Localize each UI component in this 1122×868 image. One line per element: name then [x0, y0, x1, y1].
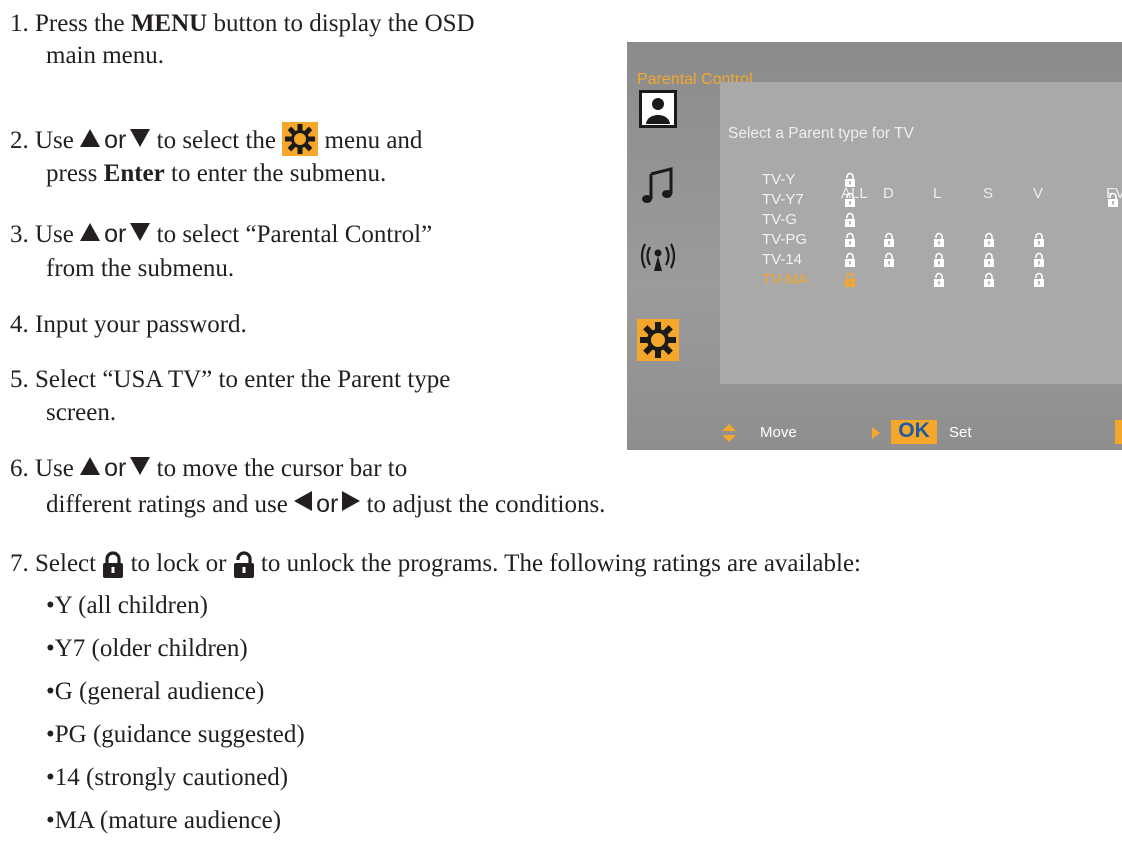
- menu-keyword: MENU: [130, 10, 208, 37]
- column-s: S: [983, 185, 994, 202]
- up-down-arrows-icon: [722, 424, 736, 442]
- unlock-icon[interactable]: [844, 192, 856, 207]
- down-arrow-icon: [130, 223, 151, 241]
- rating-item-y: •Y (all children): [46, 592, 208, 619]
- column-d: D: [883, 185, 894, 202]
- unlock-icon[interactable]: [933, 272, 945, 287]
- unlock-icon[interactable]: [844, 252, 856, 267]
- step-7: 7. Select to lock or to unlock the progr…: [10, 548, 861, 588]
- unlock-icon[interactable]: [983, 232, 995, 247]
- or-text: or: [104, 220, 127, 248]
- step-2-text-mid: to select the: [150, 127, 283, 154]
- step-6-text: 6. Use: [10, 455, 81, 482]
- step-7-text-end: to unlock the programs. The following ra…: [254, 550, 861, 577]
- music-note-icon[interactable]: [639, 166, 677, 204]
- rating-row-tv-ma[interactable]: TV-MA: [762, 271, 808, 289]
- column-v: V: [1033, 185, 1044, 202]
- rating-item-y7: •Y7 (older children): [46, 635, 248, 662]
- step-6-line2-text-end: to adjust the conditions.: [360, 491, 606, 518]
- step-3-text-end: to select “Parental Control”: [150, 221, 433, 248]
- unlock-icon[interactable]: [844, 232, 856, 247]
- or-text: or: [316, 490, 339, 518]
- rating-item-pg: •PG (guidance suggested): [46, 721, 305, 748]
- or-text: or: [104, 454, 127, 482]
- step-2-line2: press Enter to enter the submenu.: [46, 158, 386, 190]
- step-6-text-end: to move the cursor bar to: [150, 455, 408, 482]
- rating-row-tv-y7[interactable]: TV-Y7: [762, 191, 804, 209]
- rating-item-14: •14 (strongly cautioned): [46, 764, 289, 791]
- or-text: or: [104, 126, 127, 154]
- rating-row-tv-pg[interactable]: TV-PG: [762, 231, 807, 249]
- unlock-icon[interactable]: [933, 232, 945, 247]
- unlock-icon[interactable]: [933, 252, 945, 267]
- down-arrow-icon: [130, 457, 151, 475]
- right-arrow-icon: [342, 491, 361, 511]
- unlock-icon[interactable]: [844, 212, 856, 227]
- picture-icon[interactable]: [639, 90, 677, 128]
- rating-row-tv-y[interactable]: TV-Y: [762, 171, 795, 189]
- rating-row-tv-14[interactable]: TV-14: [762, 251, 802, 269]
- step-4: 4. Input your password.: [10, 311, 247, 338]
- down-arrow-icon: [130, 129, 151, 147]
- step-2-text: 2. Use: [10, 127, 81, 154]
- unlock-icon[interactable]: [844, 172, 856, 187]
- up-arrow-icon: [80, 457, 101, 475]
- step-5-line2: screen.: [46, 399, 117, 426]
- osd-screen: Parental Control Select a Parent type fo…: [627, 42, 1122, 450]
- step-6-line2: different ratings and use or to adjust t…: [46, 488, 605, 521]
- unlock-icon[interactable]: [1033, 252, 1045, 267]
- unlock-icon[interactable]: [983, 272, 995, 287]
- rating-item-ma: •MA (mature audience): [46, 807, 282, 834]
- unlock-icon[interactable]: [983, 252, 995, 267]
- unlock-icon-selected[interactable]: [844, 272, 856, 287]
- right-arrow-icon: [872, 427, 880, 439]
- step-1: 1. Press the MENU button to display the …: [10, 8, 475, 40]
- unlock-icon[interactable]: [1033, 232, 1045, 247]
- lock-icon: [102, 551, 124, 588]
- step-1-text: 1. Press the: [10, 10, 131, 37]
- antenna-icon[interactable]: [639, 237, 677, 275]
- unlock-icon[interactable]: [1033, 272, 1045, 287]
- enter-keyword: Enter: [103, 160, 165, 187]
- up-arrow-icon: [80, 223, 101, 241]
- step-2-text-end: menu and: [318, 127, 423, 154]
- step-1-line2: main menu.: [46, 42, 165, 69]
- unlock-icon: [233, 551, 255, 588]
- step-2-line2-text: press: [46, 160, 104, 187]
- step-1-text-end: button to display the OSD: [207, 10, 475, 37]
- unlock-icon[interactable]: [883, 232, 895, 247]
- osd-subtitle: Select a Parent type for TV: [728, 125, 914, 142]
- unlock-icon[interactable]: [883, 252, 895, 267]
- unlock-icon[interactable]: [1107, 192, 1119, 207]
- step-6-line2-text: different ratings and use: [46, 491, 295, 518]
- footer-exit-badge: [1115, 420, 1122, 444]
- rating-item-g: •G (general audience): [46, 678, 265, 705]
- left-arrow-icon: [294, 491, 313, 511]
- step-3-text: 3. Use: [10, 221, 81, 248]
- step-2-line2-text-end: to enter the submenu.: [164, 160, 387, 187]
- setup-gear-icon[interactable]: [637, 319, 679, 361]
- step-7-text: 7. Select: [10, 550, 103, 577]
- step-6: 6. Use or to move the cursor bar to: [10, 452, 407, 485]
- step-7-text-mid: to lock or: [124, 550, 233, 577]
- footer-set-label: Set: [949, 424, 972, 441]
- up-arrow-icon: [80, 129, 101, 147]
- step-5: 5. Select “USA TV” to enter the Parent t…: [10, 366, 451, 393]
- column-l: L: [933, 185, 942, 202]
- step-3: 3. Use or to select “Parental Control”: [10, 218, 432, 251]
- rating-row-tv-g[interactable]: TV-G: [762, 211, 797, 229]
- ok-label: OK: [898, 419, 930, 442]
- step-3-line2: from the submenu.: [46, 255, 235, 282]
- footer-move-label: Move: [760, 424, 797, 441]
